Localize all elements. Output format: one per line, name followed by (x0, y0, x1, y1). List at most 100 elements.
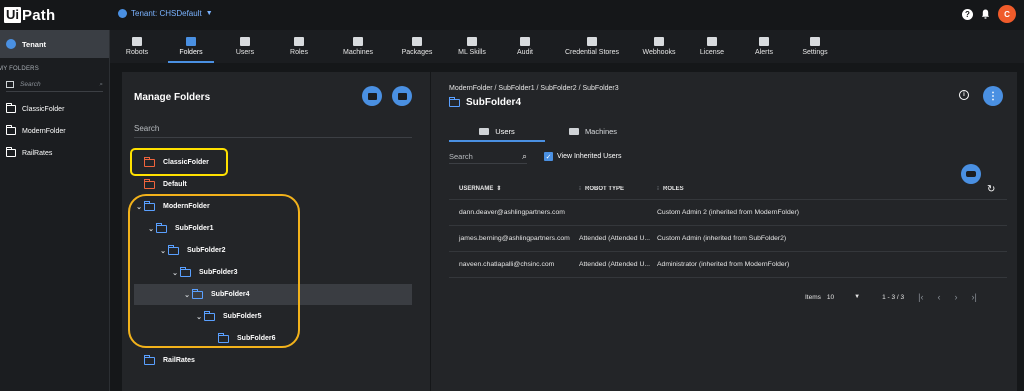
users-icon (240, 37, 250, 46)
sidebar-item-modernfolder[interactable]: ModernFolder (0, 120, 109, 142)
manage-folders-panel: Manage Folders Search ClassicFolder Defa… (122, 72, 430, 391)
users-icon (479, 127, 490, 135)
folder-search-input[interactable]: Search (134, 124, 412, 138)
nav-audit[interactable]: Audit (500, 30, 550, 63)
main-nav: Robots Folders Users Roles Machines Pack… (110, 30, 1024, 63)
tab-label: Users (495, 126, 515, 136)
nav-users[interactable]: Users (218, 30, 272, 63)
folder-title-text: SubFolder4 (466, 97, 522, 108)
more-actions-button[interactable]: ⋮ (983, 86, 1003, 106)
cell-username: naveen.chatlapalli@chsinc.com (459, 261, 555, 268)
breadcrumb[interactable]: ModernFolder / SubFolder1 / SubFolder2 /… (449, 85, 619, 92)
nav-roles[interactable]: Roles (272, 30, 326, 63)
nav-settings[interactable]: Settings (788, 30, 842, 63)
nav-label: Alerts (755, 49, 773, 56)
table-row[interactable]: naveen.chatlapalli@chsinc.com Attended (… (449, 252, 1007, 278)
users-search-input[interactable]: Search ⌕ (449, 150, 527, 164)
sidebar-item-classicfolder[interactable]: ClassicFolder (0, 98, 109, 120)
sort-icon[interactable]: ⇕ (496, 186, 501, 192)
folder-hierarchy-button[interactable] (392, 86, 412, 106)
shield-icon (587, 37, 597, 46)
info-icon[interactable]: i (959, 90, 969, 100)
monitor-icon (568, 127, 579, 135)
sidebar-item-railrates[interactable]: RailRates (0, 142, 109, 164)
page-title: Manage Folders (134, 92, 211, 103)
folder-icon (5, 125, 16, 135)
column-username[interactable]: USERNAME ⇕ (449, 185, 579, 192)
nav-credential-stores[interactable]: Credential Stores (550, 30, 634, 63)
nav-label: Roles (290, 49, 308, 56)
package-icon (412, 37, 422, 46)
bell-icon (759, 37, 769, 46)
nav-robots[interactable]: Robots (110, 30, 164, 63)
table-row[interactable]: james.berning@ashlingpartners.com Attend… (449, 226, 1007, 252)
webhooks-icon (654, 37, 664, 46)
nav-label: Settings (802, 49, 828, 56)
bell-icon[interactable] (981, 9, 990, 19)
prev-page-icon[interactable]: ‹ (937, 292, 940, 302)
add-folder-button[interactable] (362, 86, 382, 106)
uipath-logo[interactable]: Ui Path (4, 6, 55, 24)
caret-down-icon[interactable]: ▼ (854, 294, 860, 300)
nav-label: Folders (179, 49, 203, 56)
nav-label: Robots (125, 49, 149, 56)
sidebar-item-label: ModernFolder (22, 127, 66, 135)
nav-alerts[interactable]: Alerts (740, 30, 788, 63)
nav-license[interactable]: License (684, 30, 740, 63)
roles-icon (294, 37, 304, 46)
folder-icon (143, 354, 155, 365)
last-page-icon[interactable]: ›| (971, 292, 976, 302)
nav-label: License (699, 49, 725, 56)
table-header: USERNAME ⇕ ⁞ ROBOT TYPE ⁞ ROLES (449, 178, 1007, 200)
cell-roles: Custom Admin 2 (inherited from ModernFol… (657, 209, 800, 216)
first-page-icon[interactable]: |‹ (918, 292, 923, 302)
sidebar-search[interactable]: Search ⌕ (6, 78, 103, 92)
nav-webhooks[interactable]: Webhooks (634, 30, 684, 63)
column-robot-type[interactable]: ⁞ ROBOT TYPE (579, 186, 657, 192)
cell-robot-type: Attended (Attended U... (579, 261, 651, 268)
logo-text: Path (22, 6, 56, 24)
license-icon (707, 37, 717, 46)
tab-machines[interactable]: Machines (545, 120, 641, 142)
folder-icon (5, 103, 16, 113)
cell-username: james.berning@ashlingpartners.com (459, 235, 570, 242)
nav-packages[interactable]: Packages (390, 30, 444, 63)
view-inherited-users-toggle[interactable]: ✓ View Inherited Users (544, 152, 621, 161)
nav-label: Users (235, 49, 255, 56)
nav-label: Audit (517, 49, 533, 56)
folder-icon (186, 37, 196, 46)
top-bar: Ui Path Tenant: CHSDefault ▼ ? C (0, 0, 1024, 30)
top-right-actions: ? C (962, 5, 1016, 23)
cell-roles: Custom Admin (inherited from SubFolder2) (657, 235, 787, 242)
folder-icon (143, 178, 155, 189)
nav-folders[interactable]: Folders (164, 30, 218, 63)
tenant-switcher[interactable]: Tenant: CHSDefault ▼ (118, 9, 213, 18)
tree-item-label: RailRates (163, 357, 195, 364)
logo-box: Ui (4, 7, 21, 23)
tree-item-railrates[interactable]: RailRates (134, 350, 412, 371)
sidebar-item-label: RailRates (22, 149, 53, 157)
inherited-label: View Inherited Users (557, 153, 622, 160)
next-page-icon[interactable]: › (954, 292, 957, 302)
column-roles[interactable]: ⁞ ROLES (657, 186, 1007, 192)
detail-tabs: Users Machines (449, 120, 641, 142)
help-icon[interactable]: ? (962, 8, 973, 20)
tab-users[interactable]: Users (449, 120, 545, 142)
nav-ml-skills[interactable]: ML Skills (444, 30, 500, 63)
hierarchy-icon (397, 92, 407, 100)
folder-detail-panel: ModernFolder / SubFolder1 / SubFolder2 /… (431, 72, 1017, 391)
ml-skills-icon (467, 37, 477, 46)
highlight-box-classic (130, 148, 228, 176)
sidebar-item-label: ClassicFolder (22, 105, 65, 113)
highlight-box-modern-tree (128, 194, 300, 348)
tree-item-default[interactable]: Default (134, 174, 412, 195)
items-per-page-select[interactable]: 10 (827, 294, 834, 301)
checkbox-checked[interactable]: ✓ (544, 152, 553, 161)
sidebar-tenant[interactable]: Tenant (0, 30, 109, 58)
user-avatar[interactable]: C (998, 5, 1016, 23)
nav-label: Webhooks (642, 49, 676, 56)
nav-machines[interactable]: Machines (326, 30, 390, 63)
table-row[interactable]: dann.deaver@ashlingpartners.com Custom A… (449, 200, 1007, 226)
sidebar-tenant-label: Tenant (22, 39, 47, 49)
folder-filter-icon (6, 81, 14, 88)
